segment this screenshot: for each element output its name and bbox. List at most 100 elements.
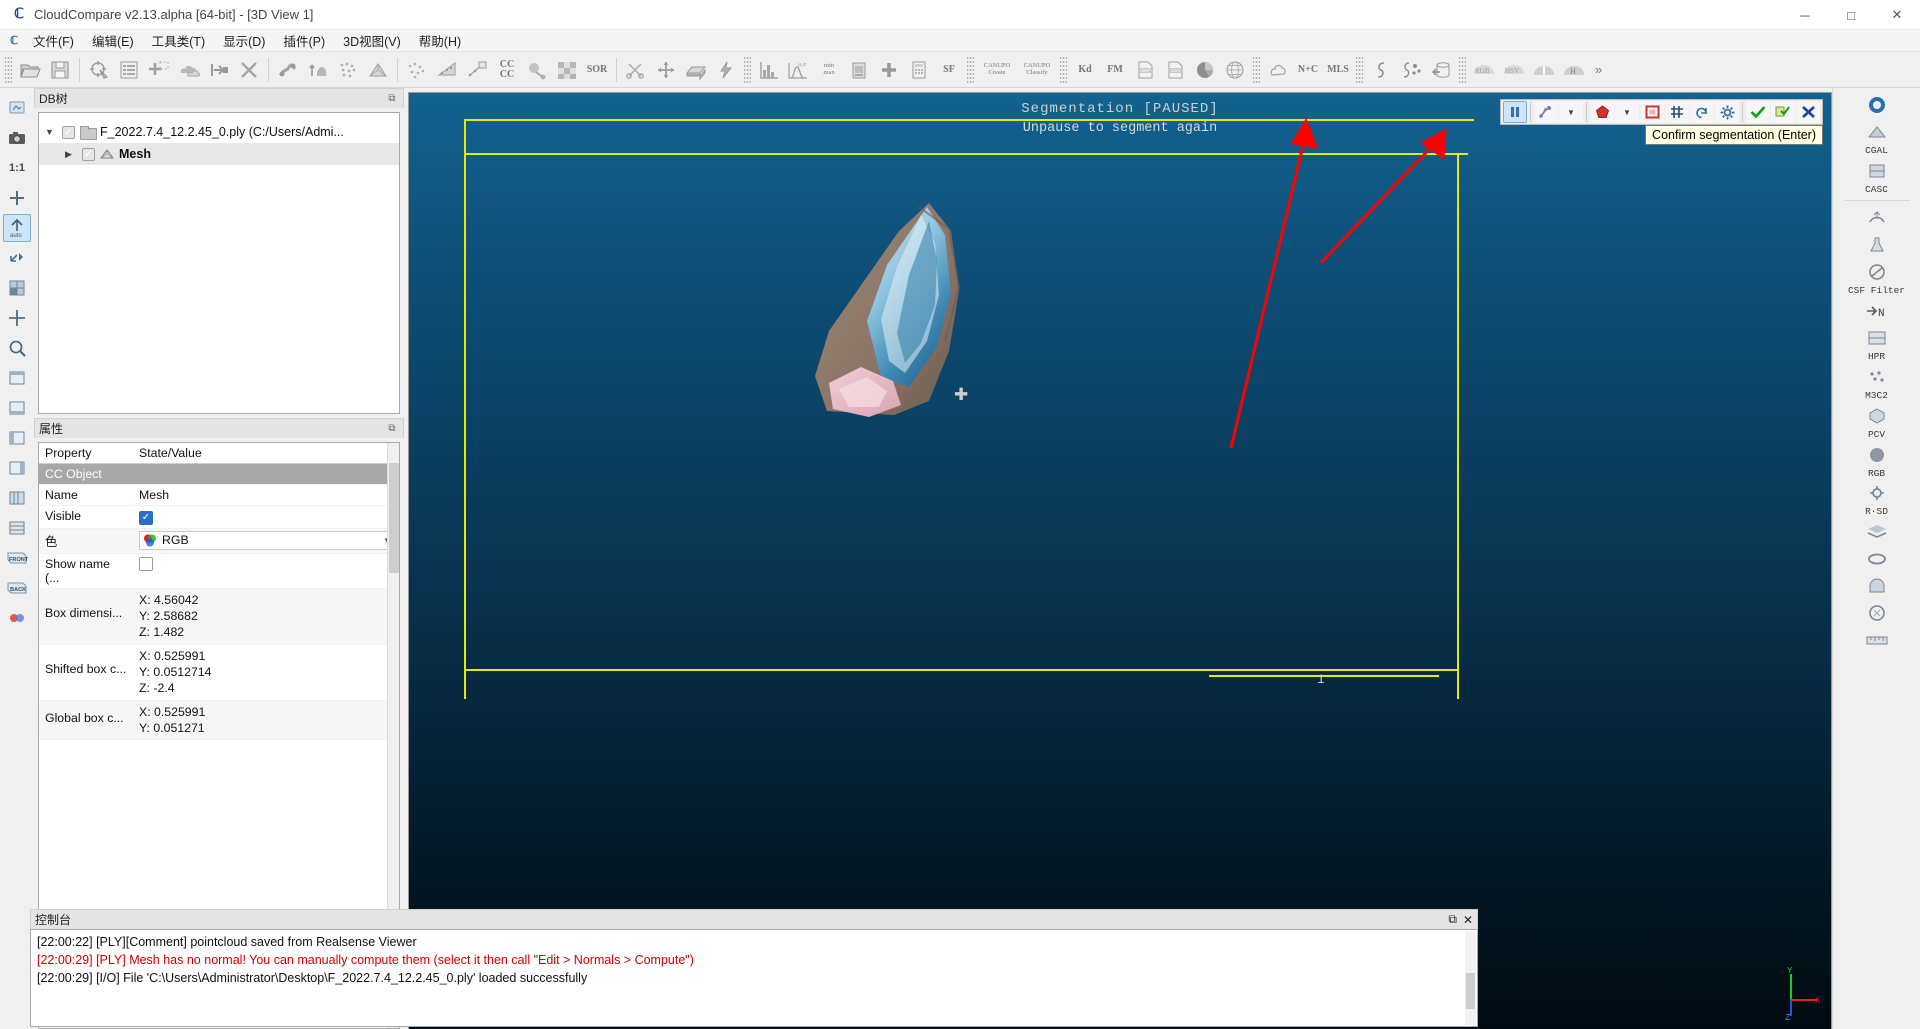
menu-plugins[interactable]: 插件(P) [274,29,334,52]
delete-icon[interactable] [234,55,264,85]
kd-tree-icon[interactable]: Kd [1070,55,1100,85]
add-scalar-field-icon[interactable] [874,55,904,85]
histogram-equalize-icon[interactable]: H [1559,55,1589,85]
cgal-plugin-icon[interactable] [1861,119,1893,145]
color-combobox[interactable]: RGB ▼ [139,530,395,550]
curve-points-icon[interactable] [1396,55,1426,85]
histogram-icon[interactable] [754,55,784,85]
sf-calculator-icon[interactable] [904,55,934,85]
menu-edit[interactable]: 编辑(E) [83,29,143,52]
csv-export-icon[interactable]: CSV [1160,55,1190,85]
curve-fit-icon[interactable] [1366,55,1396,85]
hsv-filter-icon[interactable]: HSV [1499,55,1529,85]
segment-in-button[interactable] [1640,101,1664,123]
normals-to-n-icon[interactable]: N [1861,298,1893,324]
set-pivot-icon[interactable] [3,184,31,212]
menu-tools[interactable]: 工具类(T) [143,29,214,52]
lightning-icon[interactable] [711,55,741,85]
qcsv-icon[interactable] [1861,442,1893,468]
facet-matching-icon[interactable]: FM [1100,55,1130,85]
point-picking-icon[interactable] [3,304,31,332]
minimize-button[interactable]: ─ [1782,0,1828,30]
table-row[interactable]: Show name (... [39,554,399,589]
cork-boolean-icon[interactable] [1861,232,1893,258]
zoom-box-icon[interactable] [3,334,31,362]
visible-checkbox[interactable]: ✓ [139,510,153,525]
sample-points-icon[interactable] [402,55,432,85]
scrollbar-thumb[interactable] [1466,973,1475,1009]
cloud-cloud-dist-icon[interactable]: CC CC [492,55,522,85]
toolbar-grip[interactable] [1459,56,1466,83]
pie-chart-icon[interactable] [1190,55,1220,85]
console-float-button[interactable]: ⧉ [1448,912,1457,927]
view-back-icon[interactable] [3,454,31,482]
table-row[interactable]: Box dimensi... X: 4.56042 Y: 2.58682 Z: … [39,588,399,645]
toolbar-grip[interactable] [1253,56,1260,83]
close-button[interactable]: ✕ [1874,0,1920,30]
table-row[interactable]: Visible ✓ [39,506,399,529]
tree-item-mesh[interactable]: ▶ ✓ Mesh [39,143,399,165]
menu-3dviews[interactable]: 3D视图(V) [334,29,410,52]
confirm-and-delete-button[interactable] [1771,101,1795,123]
fit-plane-icon[interactable] [432,55,462,85]
table-row[interactable]: 色 RGB ▼ [39,528,399,554]
normals-orient-icon[interactable] [303,55,333,85]
maximize-button[interactable]: □ [1828,0,1874,30]
polyline-dropdown[interactable]: ▼ [1615,101,1639,123]
normals-compute-icon[interactable] [273,55,303,85]
zoom-1to1-icon[interactable]: 1:1 [3,154,31,182]
sor-filter-icon[interactable]: SOR [582,55,612,85]
m3c2-icon[interactable] [1861,364,1893,390]
open-file-icon[interactable] [15,55,45,85]
table-row[interactable]: Name Mesh [39,485,399,506]
normal-plus-curvature-icon[interactable]: N+C [1293,55,1323,85]
menu-display[interactable]: 显示(D) [214,29,274,52]
clone-cloud-icon[interactable] [174,55,204,85]
select-tool-button[interactable] [1534,101,1558,123]
scrollbar-thumb[interactable] [389,463,399,573]
save-file-icon[interactable] [45,55,75,85]
pcv-icon[interactable] [1861,403,1893,429]
toggle-sun-light-icon[interactable] [3,244,31,272]
visibility-checkbox[interactable]: ✓ [62,125,75,139]
color-scale-icon[interactable] [844,55,874,85]
csf-filter-icon[interactable] [1861,259,1893,285]
toolbar-grip[interactable] [5,56,12,83]
pause-segmentation-button[interactable] [1503,101,1527,123]
select-tool-dropdown[interactable]: ▼ [1559,101,1583,123]
table-row[interactable]: Shifted box c... X: 0.525991 Y: 0.051271… [39,645,399,701]
toolbar-overflow-button[interactable]: » [1589,62,1608,77]
stereo-mode-icon[interactable] [3,604,31,632]
toolbar-grip[interactable] [1060,56,1067,83]
add-point-icon[interactable] [144,55,174,85]
mesh-visibility-checkbox[interactable]: ✓ [82,147,95,161]
view-bottom-icon[interactable] [3,394,31,422]
db-tree-list[interactable]: ▼ ✓ F_2022.7.4_12.2.45_0.ply (C:/Users/A… [38,112,400,414]
merge-icon[interactable] [204,55,234,85]
cancel-segmentation-button[interactable] [1796,101,1820,123]
global-zoom-icon[interactable] [3,94,31,122]
back-view-label-icon[interactable]: BACK [3,574,31,602]
tunnel-icon[interactable] [1861,573,1893,599]
mesh-delaunay-icon[interactable] [363,55,393,85]
razor-grid-button[interactable] [1665,101,1689,123]
crop-box-icon[interactable] [681,55,711,85]
view-top-icon[interactable] [3,364,31,392]
noise-filter-icon[interactable] [552,55,582,85]
canupo-create-icon[interactable]: CANUPO Create [977,55,1017,85]
db-tree-float-button[interactable]: ⧉ [385,92,399,106]
globe-icon[interactable] [1220,55,1250,85]
casc-plugin-icon[interactable] [1861,158,1893,184]
show-name-checkbox[interactable] [139,556,153,571]
mls-smoothing-icon[interactable]: MLS [1323,55,1353,85]
layers-icon[interactable] [1861,519,1893,545]
settings-button[interactable] [1715,101,1739,123]
gaussian-stats-icon[interactable]: μ,σ [784,55,814,85]
canupo-classify-icon[interactable]: CANUPO Classify [1017,55,1057,85]
view-left-icon[interactable] [3,484,31,512]
hough-normals-icon[interactable] [1861,205,1893,231]
console-output[interactable]: [22:00:22] [PLY][Comment] pointcloud sav… [30,929,1478,1027]
ruler-icon[interactable] [1861,627,1893,653]
poisson-recon-icon[interactable] [1263,55,1293,85]
segment-scissors-icon[interactable] [621,55,651,85]
